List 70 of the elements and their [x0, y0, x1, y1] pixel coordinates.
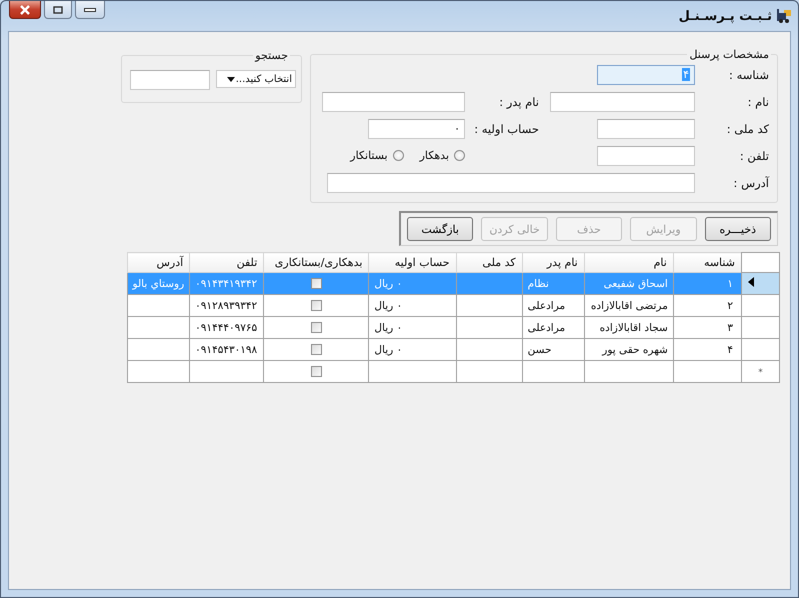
- table-cell: ۰ ریال: [374, 322, 402, 334]
- checkbox[interactable]: [310, 366, 322, 378]
- checkbox[interactable]: [310, 278, 322, 290]
- input-field[interactable]: [327, 172, 695, 192]
- restore-button[interactable]: [44, 1, 72, 19]
- field-label: کد ملی :: [726, 122, 770, 136]
- column-header[interactable]: حساب اولیه: [368, 252, 456, 272]
- table-cell: ۰۹۱۴۴۴۰۹۷۶۵: [195, 322, 258, 334]
- search-field[interactable]: [130, 70, 210, 90]
- input-field[interactable]: [550, 92, 695, 112]
- input-field[interactable]: ۰: [368, 118, 465, 138]
- column-header[interactable]: شناسه: [673, 252, 742, 272]
- group-title: جستجو: [254, 49, 289, 62]
- table-cell: ۰۹۱۴۵۴۳۰۱۹۸: [195, 344, 258, 356]
- table-cell: ۰۹۱۴۳۴۱۹۳۴۲: [195, 278, 258, 290]
- radio-option[interactable]: بدهکار: [420, 149, 465, 162]
- column-header[interactable]: تلفن: [190, 252, 264, 272]
- action-button[interactable]: بازگشت: [406, 217, 474, 241]
- new-row-marker: *: [758, 368, 763, 378]
- field-label: نام :: [746, 94, 770, 108]
- forklift-icon: [776, 8, 792, 24]
- checkbox[interactable]: [310, 322, 322, 334]
- table-cell: مرادعلی: [528, 322, 566, 334]
- field-label: حساب اولیه :: [473, 122, 540, 136]
- table-cell: ۴: [727, 344, 733, 356]
- checkbox[interactable]: [310, 300, 322, 312]
- table-cell: ۰ ریال: [374, 300, 402, 312]
- column-header[interactable]: آدرس: [128, 252, 190, 272]
- table-cell: ۰ ریال: [374, 278, 402, 290]
- current-row-icon: [748, 277, 754, 287]
- dropdown-arrow-icon: [227, 76, 235, 82]
- restore-icon: [53, 6, 63, 14]
- table-cell: ۳: [727, 322, 733, 334]
- column-header[interactable]: کد ملی: [456, 252, 522, 272]
- table-cell: شهره حقی پور: [602, 344, 668, 356]
- table-cell: مرادعلی: [528, 300, 566, 312]
- window-title: ثـبـت پـرسـنـل: [678, 8, 772, 24]
- action-button[interactable]: ذخیـــره: [704, 217, 771, 241]
- table-cell: روستاي بالو: [132, 278, 184, 290]
- search-dropdown[interactable]: انتخاب کنید...: [216, 70, 296, 88]
- column-header[interactable]: نام: [584, 252, 674, 272]
- row-header-corner: [741, 252, 780, 272]
- table-cell: ۰۹۱۲۸۹۳۹۳۴۲: [195, 300, 258, 312]
- row-header[interactable]: [741, 272, 780, 294]
- table-cell: نظام: [528, 278, 549, 290]
- table-cell: ۲: [727, 300, 733, 312]
- input-field[interactable]: [597, 118, 695, 138]
- table-cell: حسن: [528, 344, 552, 356]
- radio-option[interactable]: بستانکار: [350, 149, 404, 162]
- input-field[interactable]: [322, 92, 465, 112]
- minimize-button[interactable]: [75, 1, 105, 19]
- close-button[interactable]: [9, 1, 41, 19]
- minimize-icon: [84, 8, 96, 12]
- column-header[interactable]: نام پدر: [522, 252, 584, 272]
- table-cell: ۱: [727, 278, 733, 290]
- field-label: تلفن :: [738, 148, 770, 162]
- table-cell: سجاد اقابالازاده: [600, 322, 668, 334]
- table-cell: اسحاق شفیعی: [604, 278, 668, 290]
- checkbox[interactable]: [310, 344, 322, 356]
- group-title: مشخصات پرسنل: [688, 48, 770, 61]
- field-label: آدرس :: [732, 176, 770, 190]
- radio-button[interactable]: [392, 150, 404, 161]
- field-label: نام پدر :: [498, 94, 540, 108]
- input-field[interactable]: [597, 146, 695, 166]
- close-icon: [18, 4, 32, 14]
- column-header[interactable]: بدهکاری/بستانکاری: [264, 252, 369, 272]
- table-cell: مرتضی اقابالازاده: [590, 300, 668, 312]
- field-label: شناسه :: [728, 68, 770, 82]
- radio-button[interactable]: [454, 150, 465, 161]
- table-cell: ۰ ریال: [374, 344, 402, 356]
